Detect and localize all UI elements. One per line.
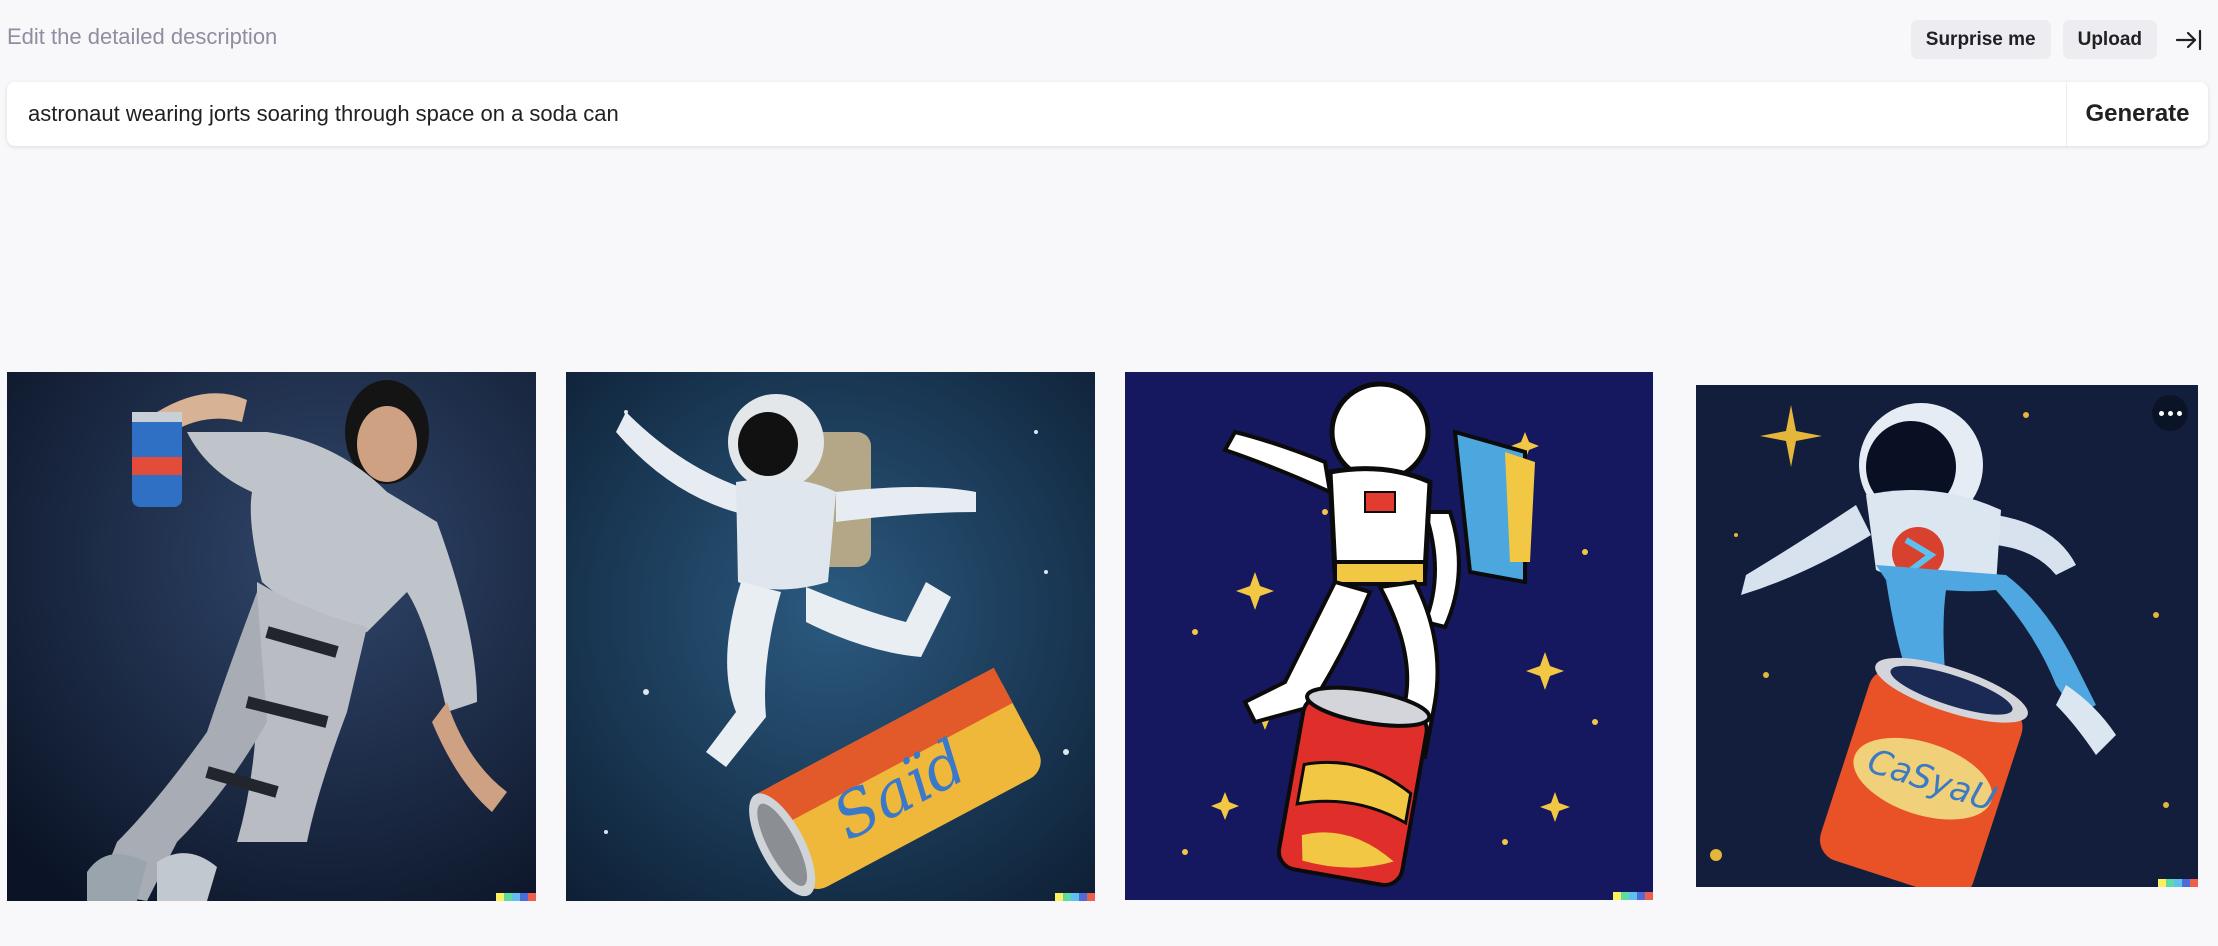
generated-image-3[interactable] <box>1125 372 1653 900</box>
image-2-art: Saïd <box>566 372 1095 901</box>
generate-button[interactable]: Generate <box>2066 82 2208 146</box>
image-signature <box>1613 892 1653 900</box>
arrow-right-to-bar-icon <box>2175 29 2201 50</box>
image-signature <box>2158 879 2198 887</box>
image-signature <box>496 893 536 901</box>
top-bar: Edit the detailed description Surprise m… <box>0 0 2218 78</box>
ellipsis-icon <box>2158 410 2164 416</box>
generated-image-1[interactable] <box>7 372 536 901</box>
prompt-input[interactable] <box>7 82 2066 146</box>
generated-image-2[interactable]: Saïd <box>566 372 1095 901</box>
image-4-art: CaSyaU <box>1696 385 2198 887</box>
generated-image-4[interactable]: CaSyaU <box>1696 385 2198 887</box>
more-options-button[interactable] <box>2152 395 2188 431</box>
prompt-bar: Generate <box>7 82 2208 146</box>
image-signature <box>1055 893 1095 901</box>
description-hint: Edit the detailed description <box>7 24 278 49</box>
collapse-button[interactable] <box>2169 20 2208 59</box>
image-1-art <box>7 372 536 901</box>
surprise-me-button[interactable]: Surprise me <box>1910 20 2051 59</box>
upload-button[interactable]: Upload <box>2062 20 2157 59</box>
image-3-art <box>1125 372 1653 900</box>
top-actions: Surprise me Upload <box>1910 20 2208 59</box>
